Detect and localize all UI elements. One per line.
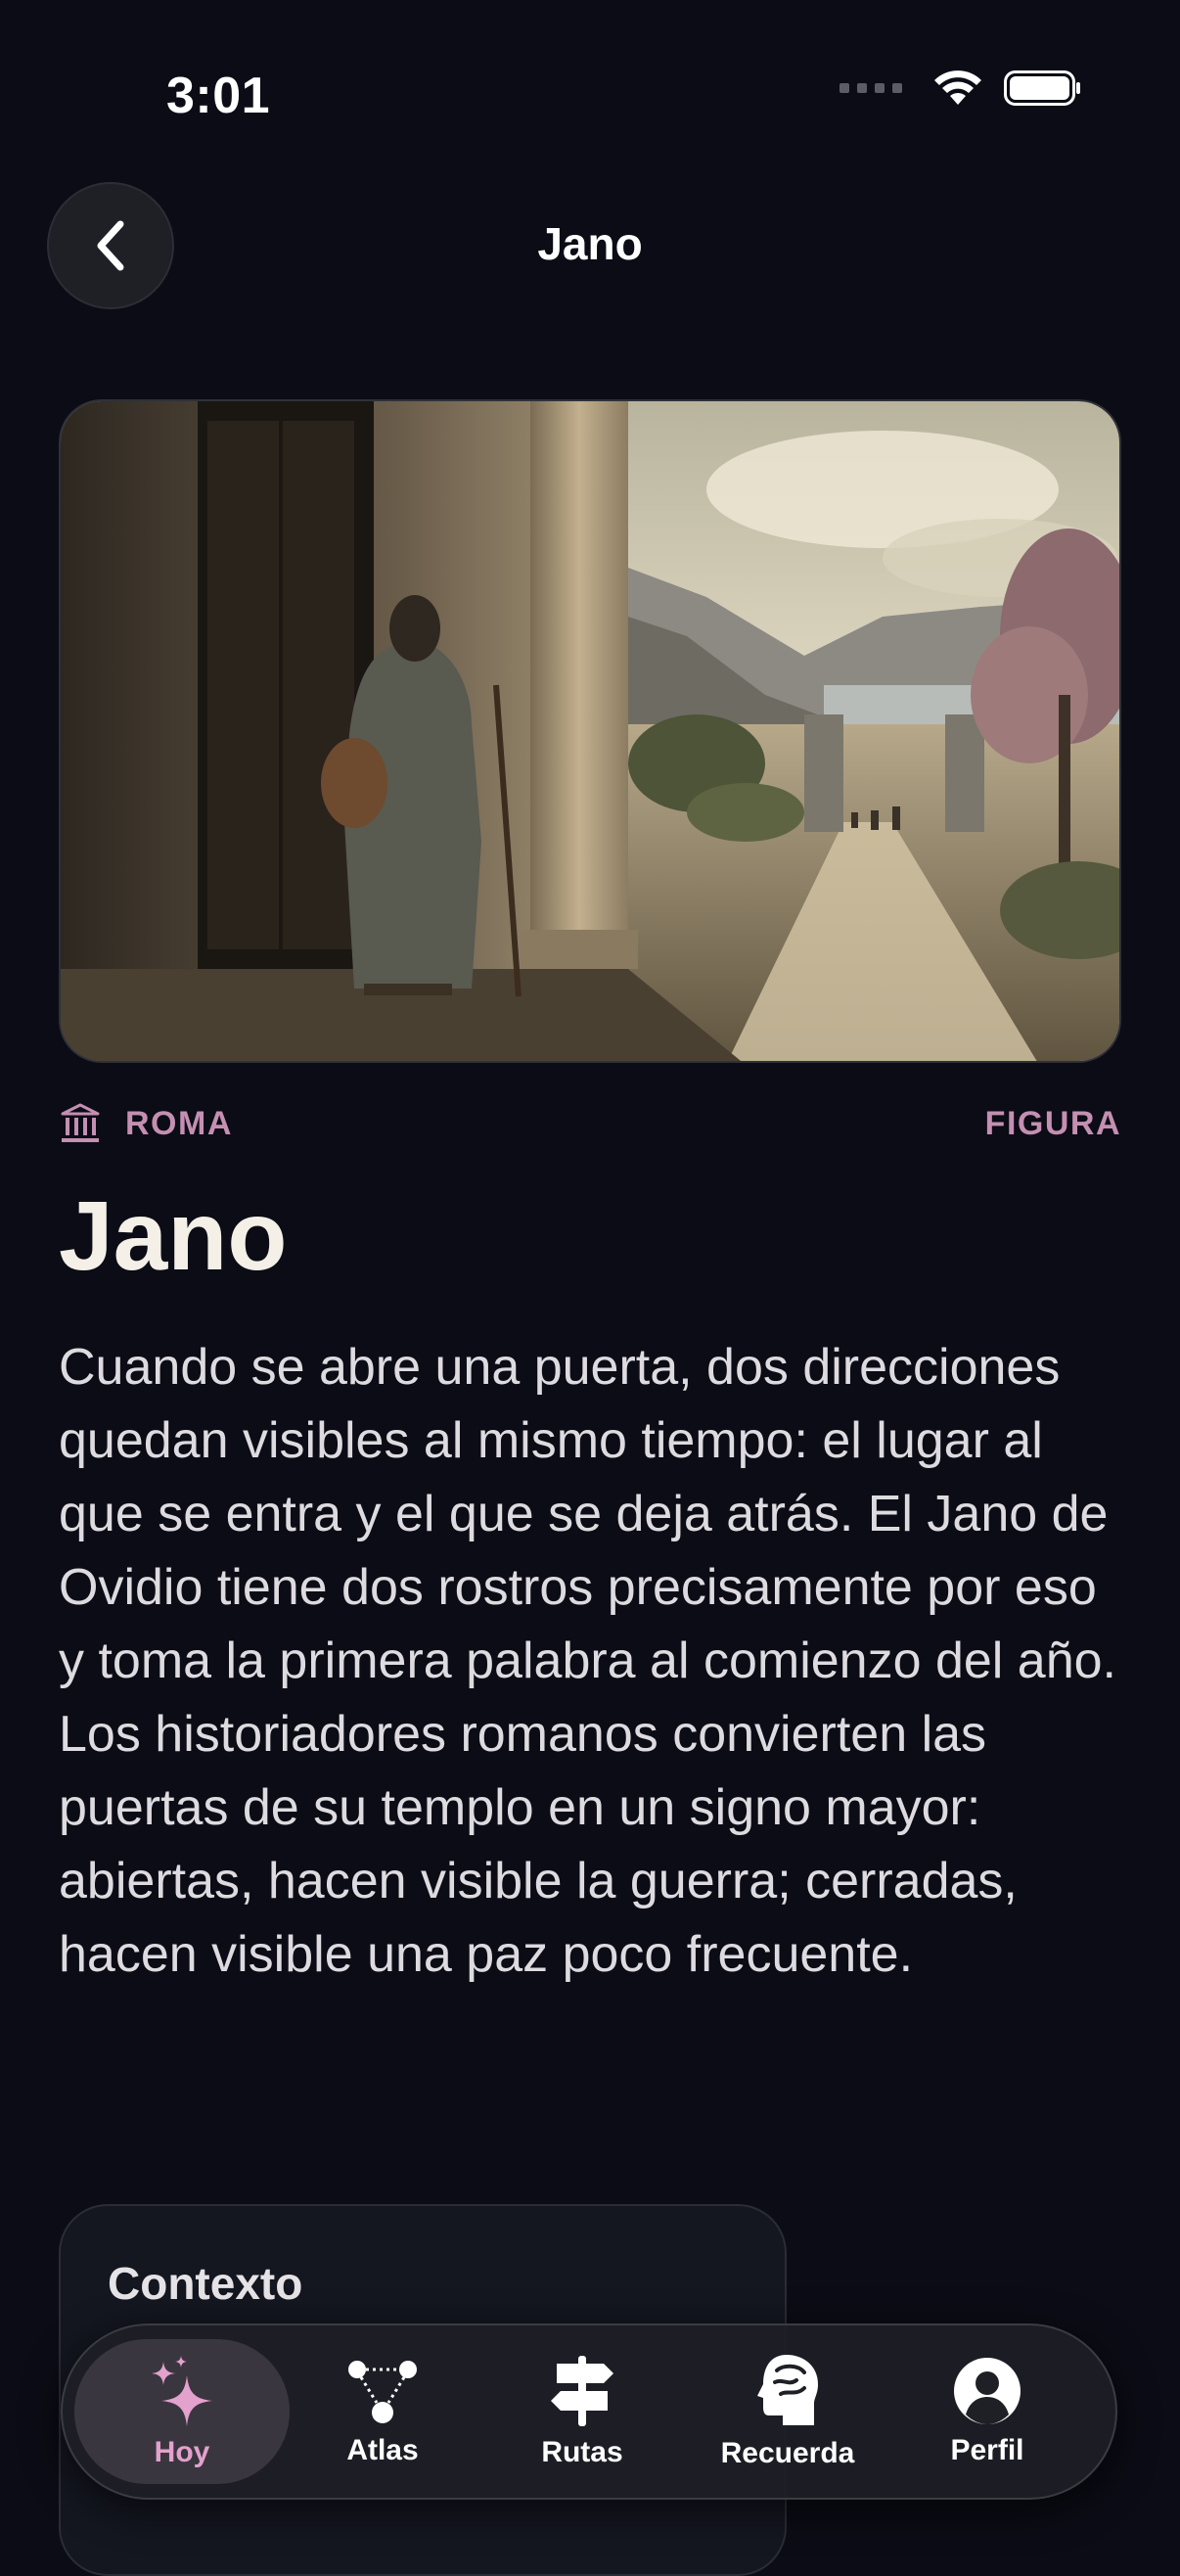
- tab-bar: Hoy Atlas Rutas Recuerda Perfil: [61, 2323, 1117, 2500]
- network-icon: [348, 2361, 417, 2423]
- temple-icon: [61, 1103, 100, 1142]
- nav-title: Jano: [537, 218, 643, 269]
- status-indicators: [840, 69, 1082, 108]
- status-time: 3:01: [166, 68, 271, 124]
- region-tag: ROMA: [59, 1102, 233, 1145]
- tab-label: Perfil: [950, 2434, 1024, 2466]
- wifi-icon: [934, 70, 981, 105]
- tab-label: Recuerda: [720, 2437, 855, 2469]
- context-card-title: Contexto: [108, 2258, 303, 2309]
- tab-recuerda[interactable]: Recuerda: [704, 2339, 871, 2484]
- category-label: FIGURA: [984, 1104, 1121, 1142]
- person-icon: [954, 2358, 1021, 2424]
- tab-label: Atlas: [346, 2434, 419, 2466]
- tab-label: Rutas: [541, 2436, 623, 2468]
- tab-rutas[interactable]: Rutas: [519, 2339, 646, 2484]
- page-title: Jano: [59, 1181, 288, 1291]
- brain-head-icon: [757, 2355, 818, 2425]
- article-body: Cuando se abre una puerta, dos direccion…: [59, 1339, 1117, 1983]
- hero-image: [59, 399, 1121, 1063]
- meta-row: ROMA FIGURA: [59, 1100, 1121, 1147]
- region-label: ROMA: [125, 1104, 233, 1142]
- tab-label: Hoy: [154, 2436, 210, 2468]
- sparkles-icon: [152, 2356, 212, 2426]
- tab-perfil[interactable]: Perfil: [924, 2339, 1051, 2484]
- signpost-icon: [551, 2356, 613, 2426]
- battery-icon: [1004, 70, 1080, 106]
- cellular-signal-icon: [840, 83, 902, 93]
- tab-hoy[interactable]: Hoy: [74, 2339, 290, 2484]
- tab-atlas[interactable]: Atlas: [319, 2339, 446, 2484]
